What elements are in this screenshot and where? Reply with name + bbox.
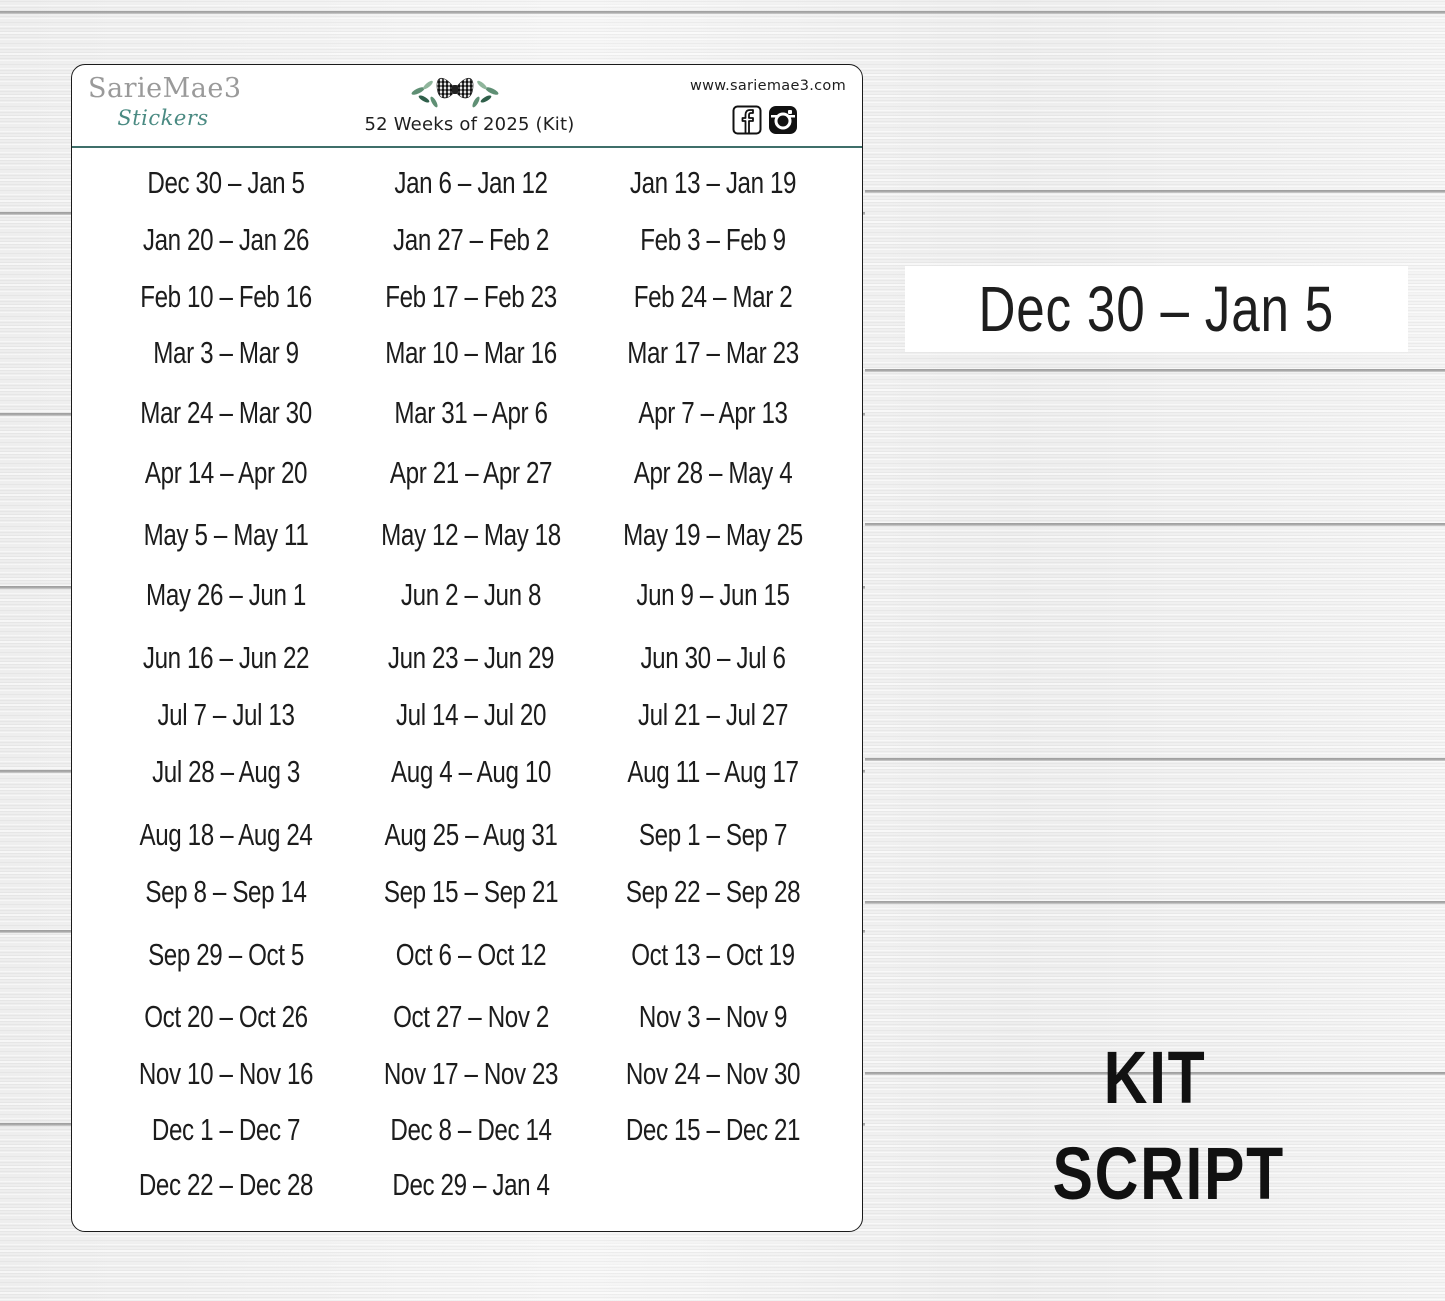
- sticker-sheet: SarieMae3 Stickers 52 Weeks of 2025 (Kit…: [71, 64, 863, 1232]
- sample-sticker-preview: Dec 30 – Jan 5: [905, 266, 1408, 352]
- week-sticker: Aug 11 – Aug 17: [627, 754, 799, 789]
- week-sticker: Dec 1 – Dec 7: [151, 1112, 301, 1147]
- week-sticker: Sep 1 – Sep 7: [638, 817, 788, 852]
- week-sticker: May 26 – Jun 1: [146, 577, 306, 612]
- week-sticker: Mar 17 – Mar 23: [627, 335, 799, 370]
- wood-plank-seam: [865, 369, 1445, 372]
- week-sticker: Sep 29 – Oct 5: [148, 937, 304, 972]
- week-sticker: Aug 18 – Aug 24: [139, 817, 313, 852]
- week-sticker: Dec 15 – Dec 21: [625, 1112, 801, 1147]
- wood-plank-seam: [865, 901, 1445, 904]
- week-sticker: Jun 30 – Jul 6: [640, 640, 786, 675]
- facebook-icon[interactable]: [732, 105, 762, 135]
- wood-plank-seam: [865, 523, 1445, 526]
- week-sticker: Apr 7 – Apr 13: [638, 395, 788, 430]
- brand-subtitle: Stickers: [117, 106, 209, 130]
- week-sticker: Feb 3 – Feb 9: [640, 222, 786, 257]
- week-sticker: Aug 25 – Aug 31: [384, 817, 558, 852]
- sample-sticker-text: Dec 30 – Jan 5: [978, 273, 1335, 345]
- font-caption: KIT SCRIPT: [1030, 1030, 1285, 1222]
- week-sticker: Dec 22 – Dec 28: [138, 1167, 314, 1202]
- week-sticker: Mar 31 – Apr 6: [394, 395, 548, 430]
- week-sticker: Oct 13 – Oct 19: [631, 937, 795, 972]
- website-link[interactable]: www.sariemae3.com: [690, 78, 846, 94]
- week-sticker: Jul 21 – Jul 27: [637, 697, 789, 732]
- week-sticker: May 19 – May 25: [623, 517, 803, 552]
- font-caption-line-1: KIT: [1103, 1036, 1207, 1119]
- week-sticker: Jun 16 – Jun 22: [142, 640, 310, 675]
- week-sticker: Apr 14 – Apr 20: [144, 455, 308, 490]
- week-sticker: Dec 8 – Dec 14: [390, 1112, 552, 1147]
- wood-plank-seam: [0, 11, 1445, 14]
- sheet-title: 52 Weeks of 2025 (Kit): [364, 114, 575, 135]
- week-sticker: Oct 27 – Nov 2: [393, 999, 549, 1034]
- week-sticker: Jul 7 – Jul 13: [157, 697, 295, 732]
- week-sticker: Jun 2 – Jun 8: [400, 577, 542, 612]
- instagram-icon[interactable]: [768, 105, 798, 135]
- week-sticker: Nov 3 – Nov 9: [638, 999, 788, 1034]
- week-sticker: Nov 17 – Nov 23: [383, 1056, 559, 1091]
- week-sticker: Dec 30 – Jan 5: [147, 165, 305, 200]
- social-links: [732, 105, 798, 135]
- brand-logo: SarieMae3 Stickers: [88, 73, 242, 131]
- week-sticker: May 5 – May 11: [143, 517, 309, 552]
- wood-plank-seam: [865, 758, 1445, 761]
- plaid-bow-icon: [411, 77, 499, 108]
- week-sticker: Jul 28 – Aug 3: [152, 754, 300, 789]
- wood-plank-seam: [865, 190, 1445, 193]
- brand-name: SarieMae3: [88, 73, 242, 104]
- week-sticker: Oct 20 – Oct 26: [144, 999, 308, 1034]
- week-sticker: Jan 6 – Jan 12: [394, 165, 548, 200]
- week-sticker: Dec 29 – Jan 4: [392, 1167, 550, 1202]
- week-sticker: Sep 8 – Sep 14: [145, 874, 307, 909]
- font-caption-line-2: SCRIPT: [1052, 1132, 1285, 1215]
- week-sticker: Mar 24 – Mar 30: [140, 395, 312, 430]
- week-sticker: Jan 20 – Jan 26: [142, 222, 310, 257]
- week-sticker: Feb 10 – Feb 16: [140, 279, 312, 314]
- week-sticker: May 12 – May 18: [381, 517, 561, 552]
- week-sticker: Jan 27 – Feb 2: [393, 222, 549, 257]
- week-sticker: Jul 14 – Jul 20: [395, 697, 547, 732]
- week-sticker: Jun 23 – Jun 29: [387, 640, 555, 675]
- sheet-header: SarieMae3 Stickers 52 Weeks of 2025 (Kit…: [72, 65, 862, 148]
- week-sticker: Aug 4 – Aug 10: [391, 754, 551, 789]
- week-sticker: Nov 10 – Nov 16: [138, 1056, 314, 1091]
- week-sticker: Feb 17 – Feb 23: [385, 279, 557, 314]
- week-sticker: Apr 28 – May 4: [633, 455, 793, 490]
- week-sticker: Jan 13 – Jan 19: [629, 165, 797, 200]
- week-sticker: Mar 3 – Mar 9: [153, 335, 299, 370]
- week-sticker: Feb 24 – Mar 2: [633, 279, 793, 314]
- week-sticker: Nov 24 – Nov 30: [625, 1056, 801, 1091]
- week-sticker: Jun 9 – Jun 15: [636, 577, 790, 612]
- week-sticker: Oct 6 – Oct 12: [395, 937, 547, 972]
- week-sticker: Sep 22 – Sep 28: [625, 874, 801, 909]
- week-sticker: Mar 10 – Mar 16: [385, 335, 557, 370]
- week-sticker: Apr 21 – Apr 27: [389, 455, 553, 490]
- week-sticker: Sep 15 – Sep 21: [383, 874, 559, 909]
